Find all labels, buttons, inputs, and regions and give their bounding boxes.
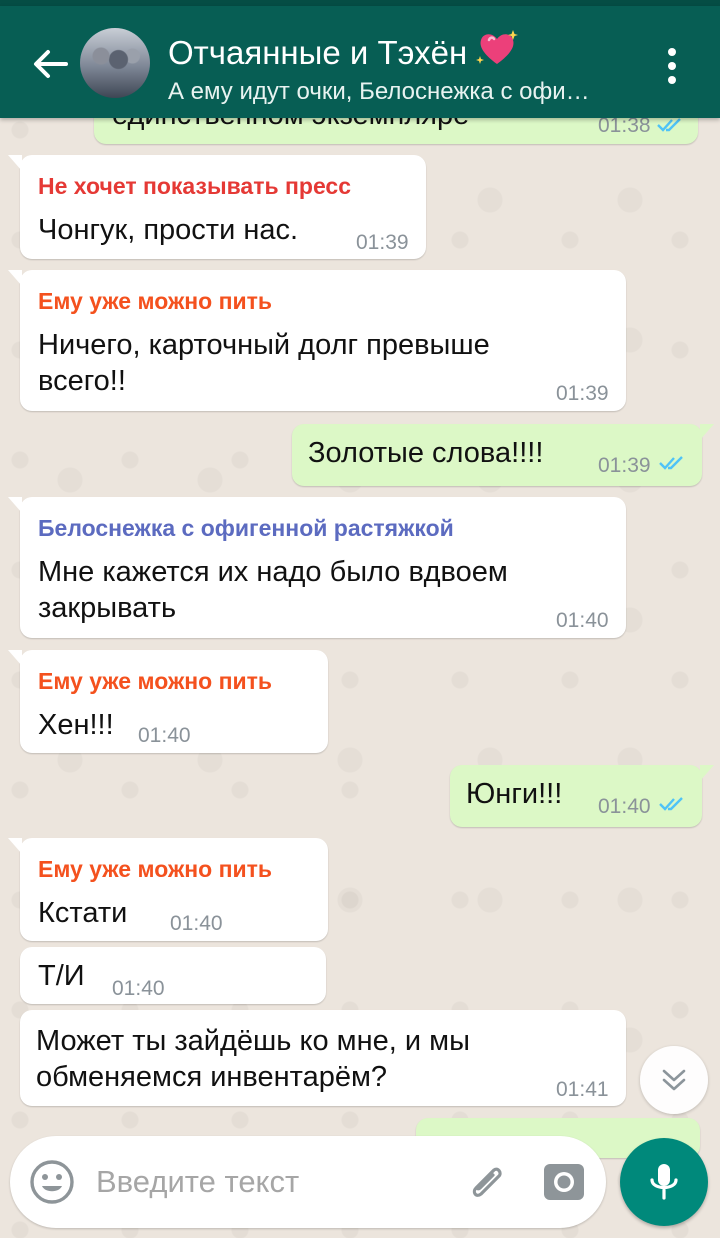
message-sender: Не хочет показывать пресс xyxy=(38,173,352,199)
message-time: 01:39 xyxy=(598,454,651,477)
group-avatar[interactable] xyxy=(80,28,150,98)
message-text: Т/И xyxy=(38,960,85,992)
chat-title[interactable]: Отчаянные и Тэхён xyxy=(168,28,519,72)
message-sender: Белоснежка с офигенной растяжкой xyxy=(38,515,454,541)
message-time: 01:40 xyxy=(138,724,191,747)
message-bubble-in[interactable]: Ему уже можно пить Хен!!! 01:40 xyxy=(8,650,328,753)
chat-header: Отчаянные и Тэхён А ему идут очки, Белос… xyxy=(0,6,720,118)
message-sender: Ему уже можно пить xyxy=(38,288,273,314)
read-ticks-icon xyxy=(659,456,683,470)
message-text-line: Ничего, карточный долг превыше xyxy=(38,329,490,361)
scroll-to-bottom-button[interactable] xyxy=(640,1046,708,1114)
microphone-icon xyxy=(650,1164,678,1200)
message-text-line: Мне кажется их надо было вдвоем xyxy=(38,556,508,588)
message-time: 01:40 xyxy=(556,609,609,632)
message-composer: Введите текст xyxy=(10,1136,606,1228)
arrow-back-icon[interactable] xyxy=(26,40,74,88)
message-bubble-out[interactable]: Юнги!!! 01:40 xyxy=(450,765,714,827)
message-text-line: обменяемся инвентарём? xyxy=(36,1061,388,1093)
more-vertical-icon[interactable] xyxy=(650,40,694,92)
message-bubble-in[interactable]: Может ты зайдёшь ко мне, и мы обменяемся… xyxy=(20,1010,626,1106)
message-sender: Ему уже можно пить xyxy=(38,856,273,882)
message-text: Чонгук, прости нас. xyxy=(38,214,299,246)
message-input[interactable]: Введите текст xyxy=(96,1164,299,1200)
camera-icon[interactable] xyxy=(540,1158,588,1206)
message-sender: Ему уже можно пить xyxy=(38,668,273,694)
message-bubble-in[interactable]: Белоснежка с офигенной растяжкой Мне каж… xyxy=(8,497,626,638)
message-bubble-in[interactable]: Не хочет показывать пресс Чонгук, прости… xyxy=(8,155,426,259)
paperclip-icon[interactable] xyxy=(462,1158,510,1206)
message-bubble-in[interactable]: Ему уже можно пить Ничего, карточный дол… xyxy=(8,270,626,411)
chevron-double-down-icon xyxy=(662,1069,686,1091)
chat-subtitle: А ему идут очки, Белоснежка с офи… xyxy=(168,78,590,105)
message-text-line: всего!! xyxy=(38,365,126,397)
message-text: Кстати xyxy=(38,897,128,929)
message-text-line: Может ты зайдёшь ко мне, и мы xyxy=(36,1025,470,1057)
emoji-icon[interactable] xyxy=(28,1158,76,1206)
chat-title-text: Отчаянные и Тэхён xyxy=(168,34,468,71)
message-text: Золотые слова!!!! xyxy=(308,437,544,469)
message-bubble-out[interactable]: Золотые слова!!!! 01:39 xyxy=(292,424,714,486)
message-time: 01:40 xyxy=(170,912,223,935)
message-time: 01:41 xyxy=(556,1078,609,1101)
message-bubble-in[interactable]: Ему уже можно пить Кстати 01:40 xyxy=(8,838,328,941)
message-text-line: закрывать xyxy=(38,592,177,624)
microphone-button[interactable] xyxy=(620,1138,708,1226)
message-text: Юнги!!! xyxy=(466,778,563,810)
read-ticks-icon xyxy=(657,118,681,132)
message-time: 01:40 xyxy=(598,795,651,818)
message-bubble-in[interactable]: Т/И 01:40 xyxy=(20,947,326,1004)
message-time: 01:40 xyxy=(112,977,165,1000)
message-time: 01:39 xyxy=(356,231,409,254)
message-time: 01:39 xyxy=(556,382,609,405)
message-text: Хен!!! xyxy=(38,709,114,741)
read-ticks-icon xyxy=(659,797,683,811)
sparkling-heart-icon xyxy=(476,30,519,64)
